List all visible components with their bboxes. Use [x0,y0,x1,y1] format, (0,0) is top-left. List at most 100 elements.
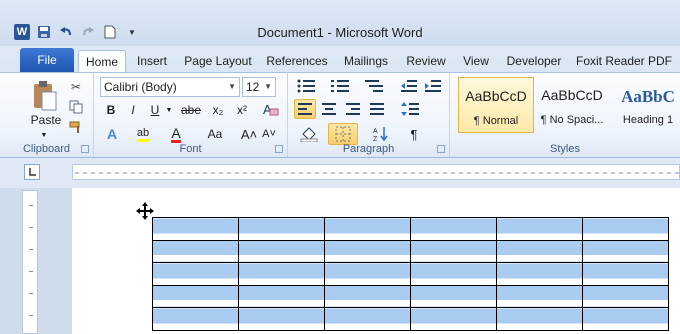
multilevel-list-icon[interactable] [362,77,388,95]
style-sample: AaBbCcD [541,87,603,103]
horizontal-ruler[interactable] [72,164,680,180]
table-cell[interactable] [410,262,497,286]
font-launcher-icon[interactable] [275,145,283,153]
table-cell[interactable] [410,307,497,331]
table-cell[interactable] [582,217,669,241]
tab-foxit-reader-pdf[interactable]: Foxit Reader PDF [572,50,676,72]
ribbon: Paste ▼ ✂ Clipboard Calibri (Body) ▼ 12 … [0,72,680,158]
document-page[interactable] [72,188,680,334]
table-cell[interactable] [496,307,583,331]
change-case-button[interactable]: Aa [202,125,228,143]
table-cell[interactable] [152,239,239,264]
font-group-label: Font [179,143,202,155]
font-name-combo[interactable]: Calibri (Body) ▼ [100,77,240,97]
show-formatting-button[interactable]: ¶ [404,125,424,143]
align-left-icon[interactable] [294,99,316,119]
table-cell[interactable] [238,262,325,286]
table-cell[interactable] [496,262,583,286]
table-cell[interactable] [238,307,325,331]
cut-icon[interactable]: ✂ [68,79,84,95]
ruler-tick [29,293,33,294]
table-cell[interactable] [324,262,411,286]
shading-icon[interactable] [296,125,322,143]
justify-icon[interactable] [366,99,388,119]
vertical-ruler[interactable] [22,190,38,334]
paragraph-group: AZ ¶ Paragraph [288,73,450,157]
table-cell[interactable] [238,284,325,309]
table-cell[interactable] [496,239,583,264]
tab-view[interactable]: View [456,50,496,72]
bullets-icon[interactable] [294,77,320,95]
style-sample: AaBbC [621,87,675,106]
table-cell[interactable] [410,217,497,241]
clipboard-launcher-icon[interactable] [81,145,89,153]
decrease-indent-icon[interactable] [400,77,418,95]
style-normal[interactable]: AaBbCcD ¶ Normal [458,77,534,133]
table-cell[interactable] [582,239,669,264]
tab-mailings[interactable]: Mailings [338,50,394,72]
borders-icon[interactable] [328,123,358,145]
table-cell[interactable] [410,284,497,309]
table-cell[interactable] [324,284,411,309]
style-no-spacing[interactable]: AaBbCcD ¶ No Spaci... [534,77,610,133]
underline-button[interactable]: U [146,101,164,119]
highlight-button[interactable]: ab [132,125,154,143]
table-cell[interactable] [324,217,411,241]
align-center-icon[interactable] [318,99,340,119]
underline-dropdown-icon[interactable]: ▼ [164,101,174,119]
tab-references[interactable]: References [262,50,332,72]
table-cell[interactable] [496,284,583,309]
table-cell[interactable] [152,307,239,331]
text-effects-icon[interactable]: A [102,125,122,143]
tab-home[interactable]: Home [78,50,126,72]
tab-file[interactable]: File [20,48,74,72]
superscript-button[interactable]: x² [232,101,252,119]
style-sample: AaBbCcD [465,88,527,104]
tab-page-layout[interactable]: Page Layout [180,50,256,72]
format-painter-icon[interactable] [68,119,84,135]
tab-insert[interactable]: Insert [130,50,174,72]
table-cell[interactable] [582,307,669,331]
paste-button[interactable]: Paste [30,111,62,129]
copy-icon[interactable] [68,99,84,115]
table-cell[interactable] [152,217,239,241]
line-spacing-icon[interactable] [398,99,424,119]
align-right-icon[interactable] [342,99,364,119]
grow-font-button[interactable]: A˄ [240,125,258,143]
style-heading-1[interactable]: AaBbC Heading 1 [610,77,680,133]
numbering-icon[interactable] [328,77,354,95]
tab-review[interactable]: Review [402,50,450,72]
paragraph-launcher-icon[interactable] [437,145,445,153]
italic-button[interactable]: I [124,101,142,119]
paste-dropdown-icon[interactable]: ▼ [36,131,52,139]
ruler-tick [29,315,33,316]
strikethrough-button[interactable]: abe [178,101,204,119]
title-bar: W ▼ Document1 - Microsoft Word [0,0,680,46]
table-cell[interactable] [582,262,669,286]
table-move-handle-icon[interactable] [136,201,156,228]
increase-indent-icon[interactable] [424,77,442,95]
ruler-tick [29,227,33,228]
bold-button[interactable]: B [102,101,120,119]
table-cell[interactable] [152,284,239,309]
tab-selector-icon[interactable] [24,164,40,180]
sort-icon[interactable]: AZ [370,125,392,143]
paste-icon[interactable] [28,77,62,115]
table-cell[interactable] [324,239,411,264]
tab-developer[interactable]: Developer [502,50,566,72]
document-table[interactable] [152,217,669,331]
table-cell[interactable] [152,262,239,286]
font-size-combo[interactable]: 12 ▼ [242,77,276,97]
table-cell[interactable] [410,239,497,264]
table-cell[interactable] [238,217,325,241]
subscript-button[interactable]: x₂ [208,101,228,119]
table-cell[interactable] [238,239,325,264]
clear-formatting-icon[interactable]: A [260,99,280,119]
table-cell[interactable] [324,307,411,331]
table-cell[interactable] [582,284,669,309]
font-group: Calibri (Body) ▼ 12 ▼ B I U ▼ abe x₂ x² … [94,73,288,157]
font-color-button[interactable]: A [166,125,186,143]
ruler-tick [29,249,33,250]
table-cell[interactable] [496,217,583,241]
shrink-font-button[interactable]: A˅ [260,125,278,143]
